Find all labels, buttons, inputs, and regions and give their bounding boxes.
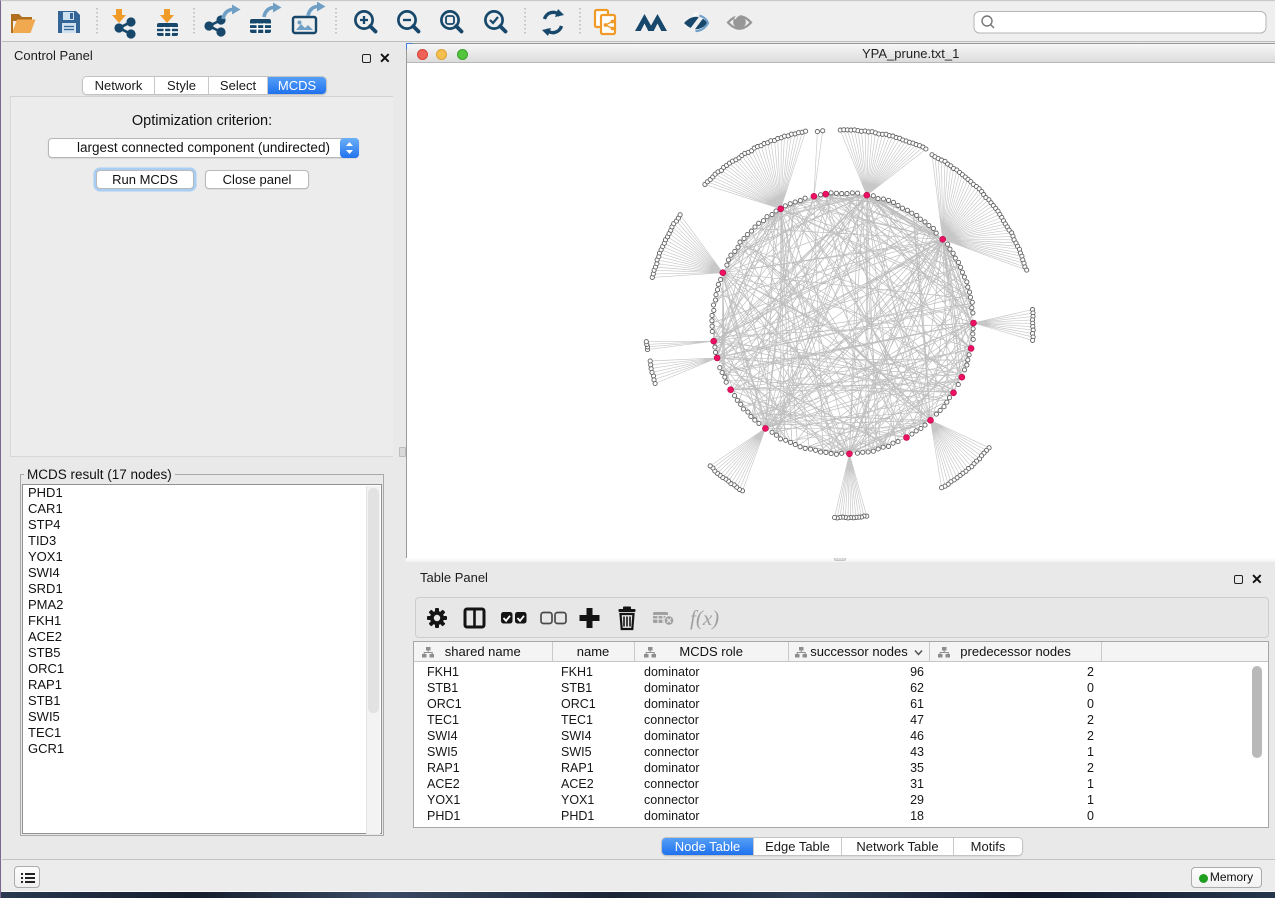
svg-text:f(x): f(x) <box>690 606 719 630</box>
